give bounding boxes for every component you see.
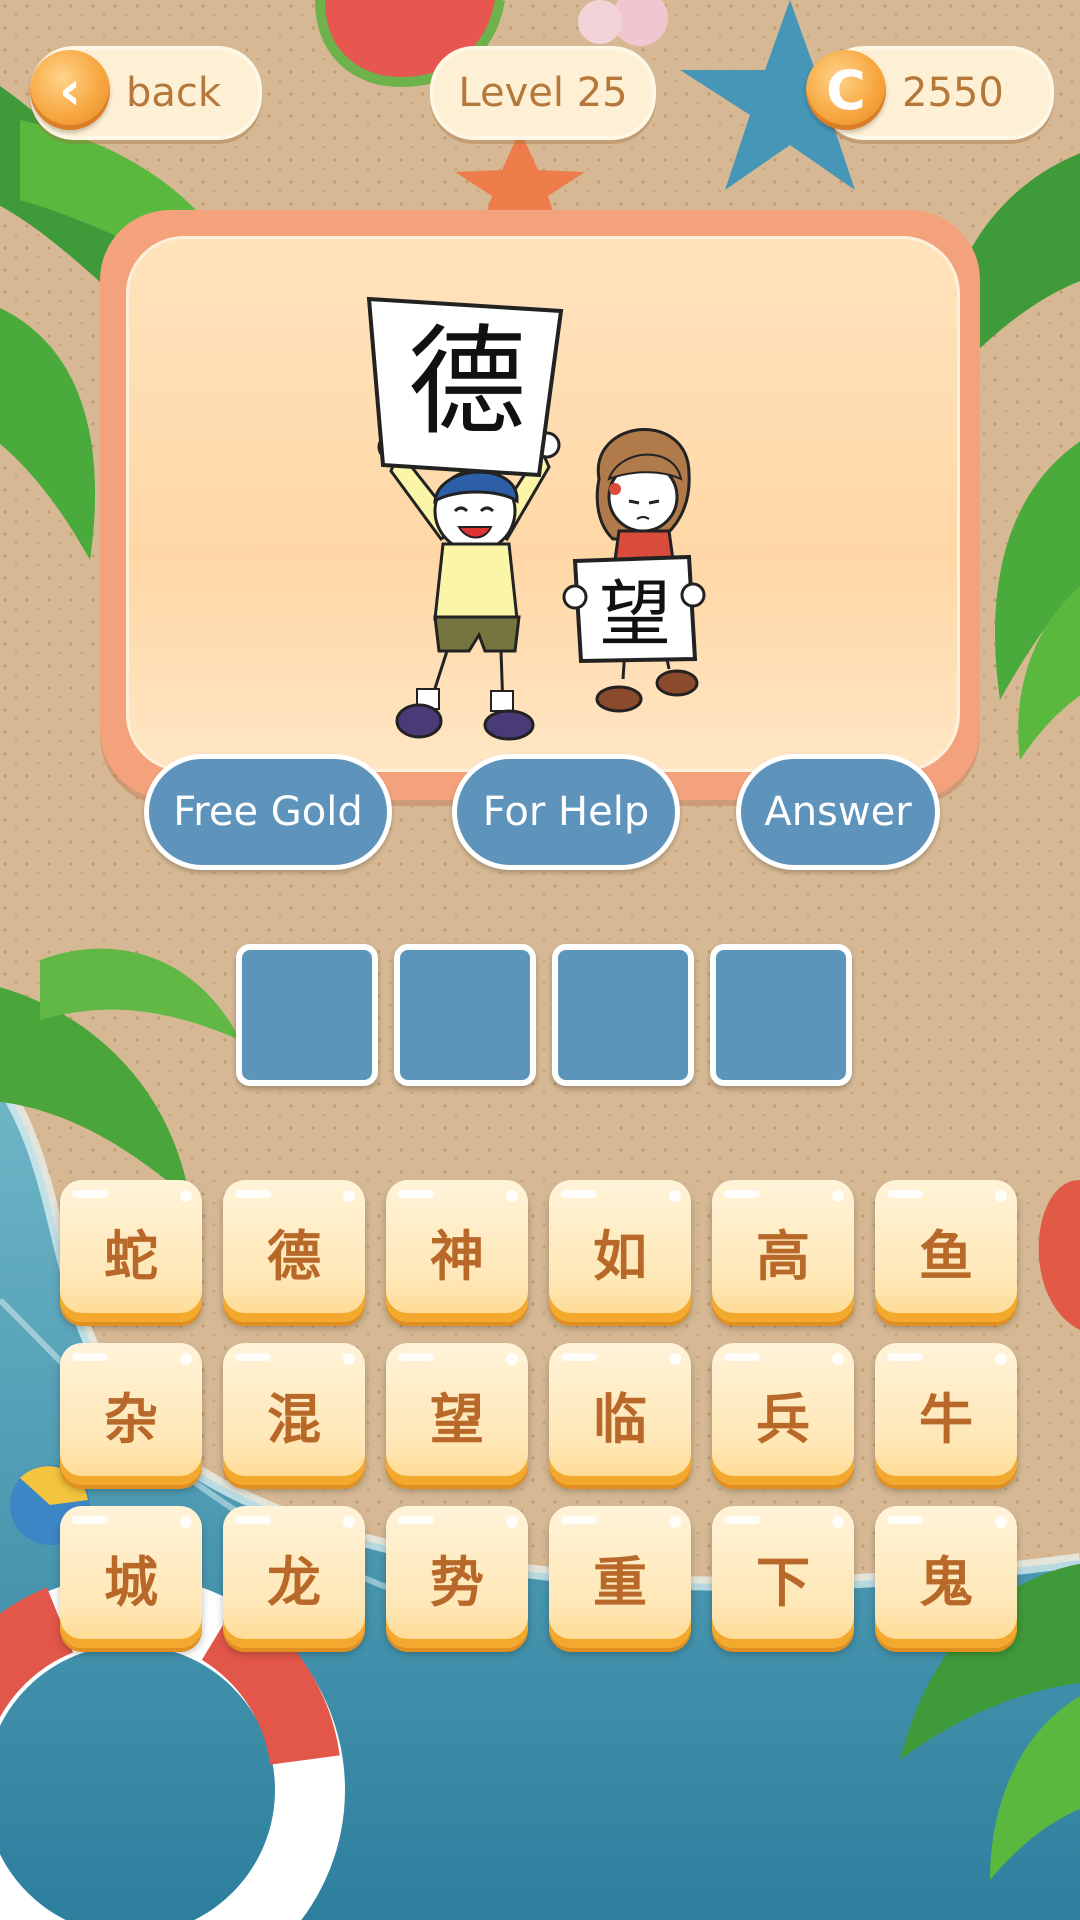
back-arrow-icon: ‹ [30,50,110,130]
character-tile[interactable]: 重 [549,1506,691,1648]
character-tile[interactable]: 如 [549,1180,691,1322]
character-tile[interactable]: 鱼 [875,1180,1017,1322]
character-tile-grid: 蛇 德 神 如 高 鱼 杂 混 望 临 兵 牛 城 龙 势 重 下 鬼 [60,1180,1020,1650]
answer-slot-3[interactable] [552,944,694,1086]
back-button[interactable]: ‹ back [30,46,262,140]
coin-value: 2550 [902,70,1004,116]
answer-slot-1[interactable] [236,944,378,1086]
character-tile[interactable]: 兵 [712,1343,854,1485]
puzzle-card-inner: 德 望 [126,236,960,772]
character-tile[interactable]: 临 [549,1343,691,1485]
free-gold-label: Free Gold [173,789,363,835]
back-label: back [126,70,222,116]
boy-illustration: 德 [366,296,564,741]
character-tile[interactable]: 鬼 [875,1506,1017,1648]
answer-slot-2[interactable] [394,944,536,1086]
for-help-button[interactable]: For Help [452,754,680,870]
coin-balance: C 2550 [806,46,1054,140]
character-tile[interactable]: 龙 [223,1506,365,1648]
level-indicator: Level 25 [430,46,656,140]
puzzle-illustration: 德 望 [366,296,706,741]
character-tile[interactable]: 高 [712,1180,854,1322]
girl-sign-character: 望 [599,572,671,656]
character-tile[interactable]: 神 [386,1180,528,1322]
character-tile[interactable]: 下 [712,1506,854,1648]
character-tile[interactable]: 牛 [875,1343,1017,1485]
character-tile[interactable]: 混 [223,1343,365,1485]
character-tile[interactable]: 望 [386,1343,528,1485]
character-tile[interactable]: 杂 [60,1343,202,1485]
coin-icon: C [806,50,886,130]
answer-button[interactable]: Answer [736,754,940,870]
boy-sign-character: 德 [408,313,526,451]
character-tile[interactable]: 城 [60,1506,202,1648]
character-tile[interactable]: 德 [223,1180,365,1322]
free-gold-button[interactable]: Free Gold [144,754,392,870]
for-help-label: For Help [482,789,650,835]
puzzle-card: 德 望 [100,210,980,800]
character-tile[interactable]: 势 [386,1506,528,1648]
level-label: Level 25 [458,70,628,116]
answer-label: Answer [764,789,912,835]
girl-illustration: 望 [562,428,706,713]
answer-slot-4[interactable] [710,944,852,1086]
character-tile[interactable]: 蛇 [60,1180,202,1322]
